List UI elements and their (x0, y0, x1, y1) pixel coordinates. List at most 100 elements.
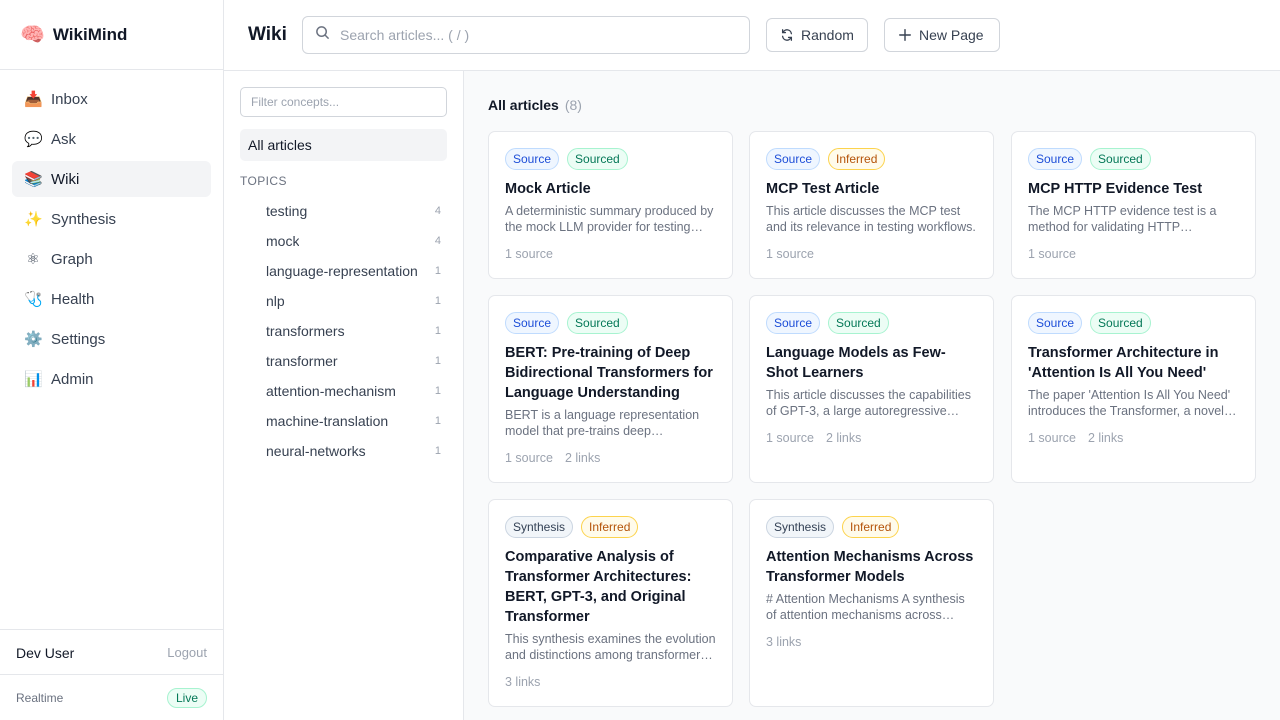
article-card[interactable]: Source Sourced MCP HTTP Evidence Test The M… (1011, 131, 1256, 279)
topic-count: 1 (434, 265, 441, 277)
sidebar-item-synthesis[interactable]: ✨ Synthesis (12, 201, 211, 237)
article-meta: 3 links (505, 675, 716, 689)
article-summary: A deterministic summary produced by the … (505, 204, 714, 234)
article-type-badge: Source (766, 148, 821, 170)
topic-item[interactable]: machine-translation 1 (240, 406, 447, 436)
brain-logo-icon: 🧠 (20, 23, 45, 46)
topic-item[interactable]: nlp 1 (240, 286, 447, 316)
topic-item[interactable]: language-representation 1 (240, 256, 447, 286)
article-meta-item: 2 links (825, 431, 862, 445)
realtime-status: Realtime Live (0, 674, 223, 720)
topic-item[interactable]: attention-mechanism 1 (240, 376, 447, 406)
article-card[interactable]: Source Sourced Mock Article A deterministic… (488, 131, 733, 279)
new-page-button-label: New Page (919, 27, 984, 43)
user-row: Dev User Logout (0, 629, 223, 675)
sidebar-item-admin[interactable]: 📊 Admin (12, 361, 211, 397)
articles-heading: All articles (8) (488, 97, 582, 113)
random-button[interactable]: Random (766, 18, 868, 52)
article-card[interactable]: Source Sourced Transformer Architecture in… (1011, 295, 1256, 483)
article-meta: 1 source 2 links (1028, 431, 1239, 445)
article-badges: Synthesis Inferred (505, 516, 716, 538)
sidebar-item-graph[interactable]: ⚛ Graph (12, 241, 211, 277)
evidence-badge: Inferred (828, 148, 886, 170)
article-card[interactable]: Source Sourced Language Models as Few-Shot… (749, 295, 994, 483)
article-meta-item: 1 source (1028, 431, 1076, 445)
article-meta-item: 3 links (766, 635, 802, 649)
user-name: Dev User (16, 644, 75, 661)
article-badges: Source Sourced (1028, 148, 1239, 170)
logout-link[interactable]: Logout (167, 645, 207, 660)
stethoscope-icon: 🩺 (24, 290, 43, 308)
article-summary: The paper 'Attention Is All You Need' in… (1028, 388, 1231, 418)
inbox-icon: 📥 (24, 90, 43, 108)
topic-list: testing 4 mock 4 language-representation 1 nlp… (240, 196, 447, 466)
article-summary: This synthesis examines the evolution an… (505, 632, 716, 662)
article-title: MCP Test Article (766, 181, 880, 197)
topic-name: testing (266, 203, 308, 219)
sidebar-item-health[interactable]: 🩺 Health (12, 281, 211, 317)
article-meta-item: 1 source (1028, 247, 1076, 261)
gear-icon: ⚙️ (24, 330, 43, 348)
topics-heading: TOPICS (240, 174, 287, 188)
sidebar-item-label: Wiki (51, 170, 80, 188)
article-meta-item: 3 links (505, 675, 541, 689)
article-meta-item: 1 source (505, 247, 553, 261)
sidebar-item-settings[interactable]: ⚙️ Settings (12, 321, 211, 357)
sidebar-item-label: Graph (51, 250, 93, 268)
new-page-button[interactable]: New Page (884, 18, 1000, 52)
sidebar-item-inbox[interactable]: 📥 Inbox (12, 81, 211, 117)
article-title: Language Models as Few-Shot Learners (766, 345, 946, 381)
sidebar-item-wiki[interactable]: 📚 Wiki (12, 161, 211, 197)
topic-item[interactable]: transformers 1 (240, 316, 447, 346)
sidebar-nav: 📥 Inbox 💬 Ask 📚 Wiki ✨ Synthesis ⚛ Graph 🩺 Health ⚙️… (0, 70, 223, 397)
article-meta-item: 2 links (1087, 431, 1124, 445)
evidence-badge: Inferred (581, 516, 639, 538)
article-summary: The MCP HTTP evidence test is a method f… (1028, 204, 1217, 234)
topic-name: language-representation (266, 263, 418, 279)
article-type-badge: Source (505, 312, 560, 334)
topic-name: machine-translation (266, 413, 389, 429)
article-meta-item: 2 links (564, 451, 601, 465)
topic-name: attention-mechanism (266, 383, 396, 399)
evidence-badge: Sourced (567, 148, 628, 170)
evidence-badge: Sourced (1090, 312, 1151, 334)
article-meta: 1 source (505, 247, 716, 261)
article-title: Comparative Analysis of Transformer Arch… (505, 549, 692, 625)
topic-name: neural-networks (266, 443, 366, 459)
article-card[interactable]: Synthesis Inferred Attention Mechanisms Ac… (749, 499, 994, 707)
topic-count: 1 (434, 385, 441, 397)
topic-item[interactable]: transformer 1 (240, 346, 447, 376)
books-icon: 📚 (24, 170, 43, 188)
article-summary: This article discusses the MCP test and … (766, 204, 976, 234)
article-card[interactable]: Source Inferred MCP Test Article This artic… (749, 131, 994, 279)
search-box[interactable] (302, 16, 750, 54)
article-type-badge: Source (1028, 312, 1083, 334)
article-badges: Source Sourced (1028, 312, 1239, 334)
articles-count: (8) (564, 97, 582, 113)
topic-item[interactable]: testing 4 (240, 196, 447, 226)
filter-concepts-input[interactable] (240, 87, 447, 117)
article-card[interactable]: Source Sourced BERT: Pre-training of Deep … (488, 295, 733, 483)
sidebar-item-label: Settings (51, 330, 106, 348)
article-card[interactable]: Synthesis Inferred Comparative Analysis of… (488, 499, 733, 707)
topic-count: 1 (434, 325, 441, 337)
evidence-badge: Sourced (567, 312, 628, 334)
topic-count: 4 (434, 205, 441, 217)
article-type-badge: Synthesis (505, 516, 574, 538)
random-button-label: Random (801, 27, 854, 43)
sparkles-icon: ✨ (24, 210, 43, 228)
all-articles-filter[interactable]: All articles (240, 129, 447, 161)
article-meta: 1 source 2 links (505, 451, 716, 465)
sidebar-item-label: Inbox (51, 90, 88, 108)
topic-item[interactable]: neural-networks 1 (240, 436, 447, 466)
brand[interactable]: 🧠 WikiMind (0, 0, 223, 70)
search-input[interactable] (340, 27, 720, 43)
topic-count: 1 (434, 415, 441, 427)
top-bar: Wiki Random New Page (224, 0, 1280, 71)
sidebar-item-ask[interactable]: 💬 Ask (12, 121, 211, 157)
article-title: Attention Mechanisms Across Transformer … (766, 549, 974, 585)
article-meta: 1 source (766, 247, 977, 261)
topic-item[interactable]: mock 4 (240, 226, 447, 256)
plus-icon (898, 28, 912, 42)
article-meta-item: 1 source (505, 451, 553, 465)
